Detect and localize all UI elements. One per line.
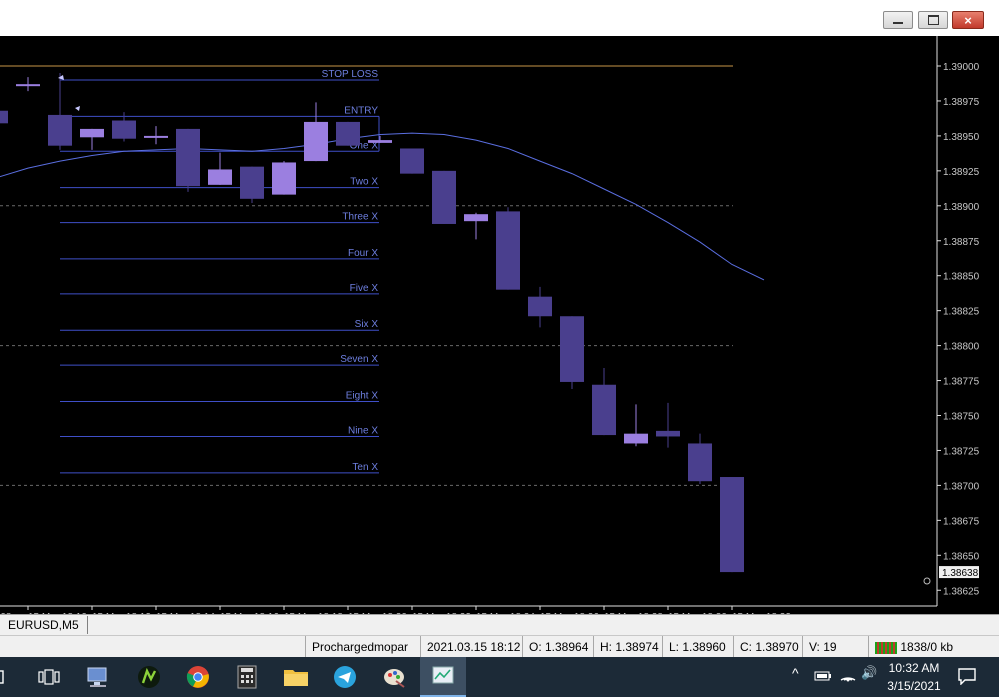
candle-body <box>304 121 328 162</box>
trade-marker-icon <box>75 105 80 111</box>
candle-body <box>464 214 488 222</box>
price-tick-label: 1.38775 <box>943 377 980 388</box>
level-label: Seven X <box>340 354 378 365</box>
calculator-icon[interactable] <box>224 657 270 697</box>
price-chart[interactable]: STOP LOSS ENTRY One X Two X Three X Four X Fiv… <box>0 36 999 614</box>
clock-date: 3/15/2021 <box>887 679 941 693</box>
price-tick-label: 1.38975 <box>943 97 980 108</box>
price-tick-label: 1.38825 <box>943 307 980 318</box>
computer-icon[interactable] <box>75 657 121 697</box>
price-tick-label: 1.38650 <box>943 551 980 562</box>
status-high: H: 1.38974 <box>593 636 662 658</box>
price-tick-label: 1.38850 <box>943 272 980 283</box>
level-label: Eight X <box>346 391 379 402</box>
status-volume: V: 19 <box>802 636 869 658</box>
candle-body <box>0 110 8 124</box>
price-tick-label: 1.38875 <box>943 237 980 248</box>
price-tick-label: 1.38625 <box>943 586 980 597</box>
close-marker-icon <box>923 577 931 585</box>
price-tick-label: 1.38725 <box>943 446 980 457</box>
trade-marker-icon <box>58 74 64 80</box>
status-datetime: 2021.03.15 18:12 <box>420 636 523 658</box>
current-price-label: 1.38638 <box>942 568 979 579</box>
level-label: Two X <box>350 177 378 188</box>
maximize-button[interactable] <box>918 11 948 29</box>
search-icon[interactable] <box>0 657 12 697</box>
traffic-counter: 1838/0 kb <box>900 640 954 654</box>
metatrader-icon[interactable] <box>420 657 466 697</box>
status-open: O: 1.38964 <box>522 636 593 658</box>
level-label: STOP LOSS <box>322 69 379 80</box>
telegram-icon[interactable] <box>322 657 368 697</box>
chart-tab-eurusd[interactable]: EURUSD,M5 <box>0 616 88 634</box>
candle-body <box>432 170 456 224</box>
file-explorer-icon[interactable] <box>273 657 319 697</box>
wifi-icon[interactable] <box>839 668 857 687</box>
price-tick-label: 1.38925 <box>943 167 980 178</box>
price-tick-label: 1.38750 <box>943 412 980 423</box>
price-tick-label: 1.38800 <box>943 342 980 353</box>
price-tick-label: 1.38675 <box>943 516 980 527</box>
price-tick-label: 1.39000 <box>943 62 980 73</box>
status-connection[interactable]: 1838/0 kb <box>868 636 999 658</box>
paint-icon[interactable] <box>371 657 417 697</box>
symbol-tab-bar: EURUSD,M5 <box>0 614 999 635</box>
candle-body <box>624 433 648 444</box>
candle-body <box>400 148 424 174</box>
price-tick-label: 1.38700 <box>943 481 980 492</box>
price-tick-label: 1.38900 <box>943 202 980 213</box>
level-label: Four X <box>348 248 378 259</box>
candle-body <box>656 430 680 437</box>
clock-time: 10:32 AM <box>888 661 940 675</box>
candle-body <box>720 477 744 573</box>
level-label: Nine X <box>348 425 378 436</box>
level-label: ENTRY <box>344 105 378 116</box>
taskbar: ^ 🔊 10:32 AM 3/15/2021 <box>0 657 999 697</box>
close-button[interactable]: × <box>952 11 984 29</box>
price-tick-label: 1.38950 <box>943 132 980 143</box>
candle-body <box>368 140 392 143</box>
candle-body <box>560 316 584 382</box>
candle-body <box>496 211 520 290</box>
connection-bars-icon <box>875 641 897 654</box>
candle-body <box>80 128 104 138</box>
close-icon: × <box>964 12 972 28</box>
candle-body <box>144 135 168 138</box>
candle-body <box>208 169 232 185</box>
status-low: L: 1.38960 <box>662 636 733 658</box>
candle-body <box>176 128 200 187</box>
level-label: Six X <box>355 319 379 330</box>
minimize-icon <box>893 22 903 24</box>
status-profile: Prochargedmopar <box>305 636 420 658</box>
chart-canvas[interactable]: STOP LOSSENTRYOne XTwo XThree XFour XFiv… <box>0 36 999 614</box>
window-titlebar: × <box>0 0 999 37</box>
battery-icon[interactable] <box>814 669 832 687</box>
notification-icon[interactable] <box>957 667 977 690</box>
candle-body <box>240 166 264 199</box>
candle-body <box>336 121 360 146</box>
status-close: C: 1.38970 <box>733 636 802 658</box>
tray-overflow-chevron[interactable]: ^ <box>792 665 799 681</box>
moving-average-line <box>0 132 765 281</box>
chrome-icon[interactable] <box>175 657 221 697</box>
level-label: Ten X <box>352 462 378 473</box>
candle-body <box>528 296 552 317</box>
candle-body <box>16 84 40 87</box>
candle-body <box>592 384 616 436</box>
status-bar: Prochargedmopar 2021.03.15 18:12 O: 1.38… <box>0 635 999 658</box>
maximize-icon <box>927 15 939 25</box>
level-label: Three X <box>342 212 378 223</box>
candle-body <box>48 114 72 146</box>
candle-body <box>272 162 296 195</box>
candle-body <box>112 120 136 139</box>
task-view-icon[interactable] <box>26 657 72 697</box>
volume-icon[interactable]: 🔊 <box>861 665 877 681</box>
ninjatrader-icon[interactable] <box>126 657 172 697</box>
minimize-button[interactable] <box>883 11 913 29</box>
clock[interactable]: 10:32 AM 3/15/2021 <box>880 659 948 695</box>
level-label: Five X <box>350 283 379 294</box>
candle-body <box>688 443 712 482</box>
